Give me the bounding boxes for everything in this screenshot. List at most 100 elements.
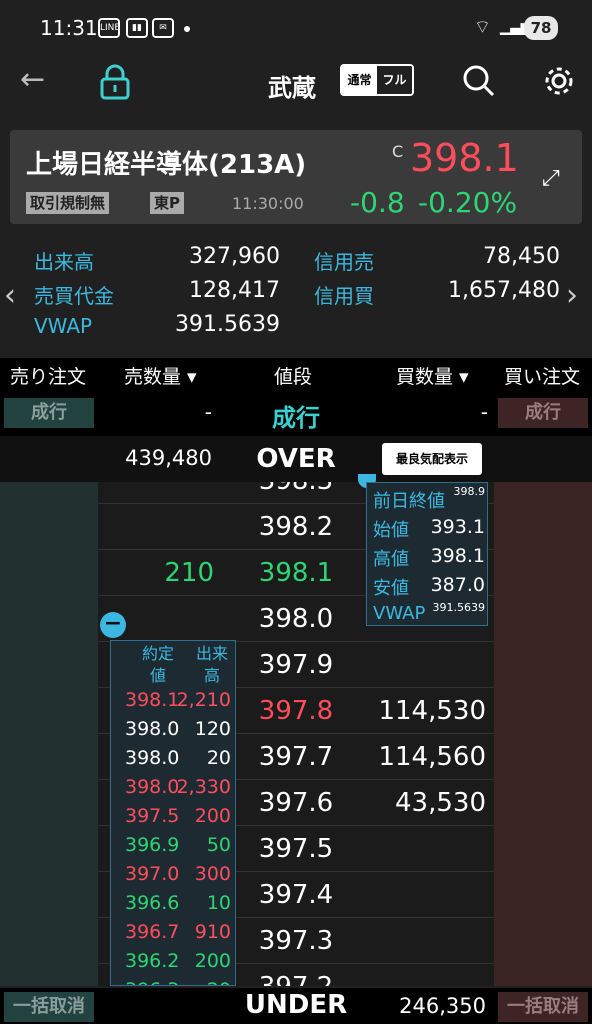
info-row: 安値 387.0 (373, 572, 485, 600)
toggle-full[interactable]: フル (377, 66, 412, 94)
board-price[interactable]: 398.2 (246, 512, 346, 542)
history-row: 398.0 20 (111, 745, 235, 774)
history-price: 398.0 (125, 718, 180, 740)
info-value: 393.1 (430, 516, 485, 538)
history-qty: 910 (194, 921, 231, 943)
board-price[interactable]: 398.1 (246, 558, 346, 588)
board-price[interactable]: 397.2 (246, 972, 346, 986)
line-icon: LINE (98, 18, 120, 38)
notification-dot-icon (184, 26, 190, 32)
history-row: 398.0 2,330 (111, 774, 235, 803)
margin-buy-label: 信用買 (314, 284, 374, 308)
market-badge: 東P (150, 192, 184, 214)
battery-icon: 78 (524, 16, 558, 40)
toggle-normal[interactable]: 通常 (342, 66, 377, 94)
under-label: UNDER (244, 990, 348, 1020)
history-qty: 300 (194, 863, 231, 885)
history-qty: 2,330 (176, 776, 231, 798)
history-row: 396.3 20 (111, 977, 235, 985)
expand-icon[interactable]: ⤢ (542, 166, 560, 191)
vwap-value: 391.5639 (175, 312, 280, 337)
order-board[interactable]: 398.3 398.2 210 398.1 398.0 397.9 397.8 114,530… (0, 482, 592, 986)
margin-sell-value: 78,450 (483, 244, 560, 269)
sell-order-column[interactable] (0, 482, 98, 986)
history-qty: 50 (206, 834, 231, 856)
board-price[interactable]: 397.3 (246, 926, 346, 956)
cancel-all-buy-button[interactable]: 一括取消 (498, 992, 588, 1022)
history-row: 396.6 10 (111, 890, 235, 919)
margin-sell-label: 信用売 (314, 250, 374, 274)
current-price: 398.1 (410, 136, 519, 180)
stock-summary-card: 上場日経半導体(213A) 取引規制無 東P 11:30:00 C 398.1 … (10, 130, 582, 224)
cancel-all-sell-button[interactable]: 一括取消 (4, 992, 94, 1022)
buy-qty-header[interactable]: 買数量 ▾ (396, 362, 469, 389)
sell-qty-header[interactable]: 売数量 ▾ (124, 362, 197, 389)
info-label: 高値 (373, 549, 409, 570)
history-price: 398.1 (125, 689, 180, 711)
vwap-label: VWAP (34, 314, 93, 338)
info-row: 高値 398.1 (373, 543, 485, 571)
search-icon[interactable] (462, 64, 496, 102)
board-sell-qty: 210 (164, 558, 214, 588)
turnover-label: 売買代金 (34, 284, 114, 308)
history-qty: 120 (194, 718, 231, 740)
board-price[interactable]: 397.5 (246, 834, 346, 864)
history-qty: 20 (207, 979, 231, 985)
board-price[interactable]: 397.4 (246, 880, 346, 910)
lock-icon[interactable] (98, 64, 132, 104)
history-row: 398.1 2,210 (111, 687, 235, 716)
stock-name: 上場日経半導体(213A) (26, 150, 307, 180)
history-price: 398.0 (125, 776, 180, 798)
chevron-right-icon[interactable]: › (566, 278, 578, 313)
back-arrow-icon[interactable]: ← (20, 62, 45, 97)
board-price[interactable]: 398.3 (246, 482, 346, 496)
history-row: 398.0 120 (111, 716, 235, 745)
view-mode-toggle[interactable]: 通常 フル (340, 64, 414, 96)
market-sell-button[interactable]: 成行 (4, 398, 94, 428)
collapse-history-icon[interactable]: − (100, 612, 126, 638)
price-info-panel: 前日終値 398.9 始値 393.1 高値 398.1 安値 387.0 VWAP 391.56… (366, 482, 488, 626)
best-quote-button[interactable]: 最良気配表示 (382, 443, 482, 475)
chevron-left-icon[interactable]: ‹ (4, 278, 16, 313)
history-row: 397.5 200 (111, 803, 235, 832)
app-title: 武蔵 (268, 74, 316, 102)
history-price: 398.0 (125, 747, 180, 769)
margin-buy-value: 1,657,480 (448, 278, 560, 303)
gear-icon[interactable] (542, 64, 576, 102)
market-buy-qty: - (480, 400, 488, 424)
price-header: 値段 (274, 366, 313, 388)
market-sell-qty: - (204, 400, 212, 424)
info-value: 398.1 (430, 545, 485, 567)
history-price-header: 約定 値 (141, 644, 174, 685)
info-label: 始値 (373, 520, 409, 541)
market-buy-button[interactable]: 成行 (498, 398, 588, 428)
buy-order-column[interactable] (494, 482, 592, 986)
under-qty: 246,350 (399, 994, 486, 1018)
board-price[interactable]: 397.8 (246, 696, 346, 726)
close-mark: C (392, 142, 404, 161)
history-price: 396.9 (125, 834, 180, 856)
mail-icon: ✉ (152, 18, 174, 38)
board-price[interactable]: 398.0 (246, 604, 346, 634)
history-row: 397.0 300 (111, 861, 235, 890)
order-board-header: 売り注文 売数量 ▾ 値段 買数量 ▾ 買い注文 (0, 358, 592, 392)
board-price[interactable]: 397.9 (246, 650, 346, 680)
quote-time: 11:30:00 (232, 194, 304, 213)
info-row: VWAP 391.5639 (373, 601, 485, 629)
info-row: 前日終値 398.9 (373, 485, 485, 513)
board-price[interactable]: 397.6 (246, 788, 346, 818)
market-label: 成行 (272, 404, 320, 432)
info-value: 398.9 (453, 485, 486, 498)
history-qty-header: 出来 高 (195, 644, 228, 685)
history-row: 396.2 200 (111, 948, 235, 977)
app-bar: ← 武蔵 通常 フル (0, 56, 592, 116)
history-price: 396.2 (125, 950, 180, 972)
history-price: 397.5 (125, 805, 180, 827)
history-row: 396.7 910 (111, 919, 235, 948)
history-row: 396.9 50 (111, 832, 235, 861)
board-buy-qty: 114,560 (378, 742, 486, 772)
history-qty: 200 (194, 950, 231, 972)
board-price[interactable]: 397.7 (246, 742, 346, 772)
wifi-icon: ⌔ (474, 17, 491, 38)
info-value: 387.0 (430, 574, 485, 596)
